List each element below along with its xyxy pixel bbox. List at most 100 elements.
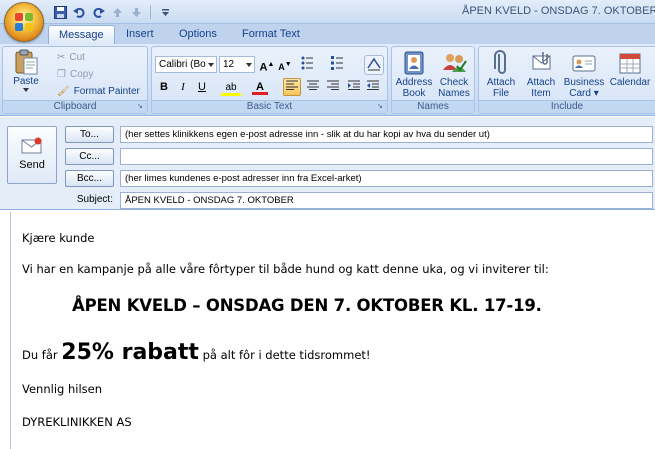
bullets-icon <box>301 56 313 70</box>
font-color-button[interactable]: A <box>248 78 272 96</box>
tab-options[interactable]: Options <box>169 25 227 44</box>
address-book-button[interactable]: Address Book <box>395 50 433 99</box>
quick-access-toolbar <box>52 4 173 20</box>
basic-text-launcher-icon[interactable]: ↘ <box>377 103 385 111</box>
body-signature: DYREKLINIKKEN AS <box>22 415 132 429</box>
chevron-down-icon <box>208 63 214 67</box>
highlight-button[interactable]: ab <box>218 78 244 96</box>
discount-suffix: på alt fôr i dette tidsrommet! <box>198 348 371 362</box>
format-painter-icon: 🖌 <box>57 86 70 97</box>
tab-format-text[interactable]: Format Text <box>232 25 310 44</box>
body-headline: ÅPEN KVELD – ONSDAG DEN 7. OKTOBER KL. 1… <box>72 296 542 315</box>
calendar-button[interactable]: Calendar <box>607 50 653 88</box>
include-group: Attach File Attach Item Business Card ▾ … <box>478 46 655 114</box>
arrow-down-icon[interactable] <box>128 4 144 20</box>
underline-button[interactable]: U <box>193 78 211 96</box>
align-center-icon <box>307 80 319 90</box>
body-discount-line: Du får 25% rabatt på alt fôr i dette tid… <box>22 340 371 365</box>
check-names-label-1: Check <box>439 77 469 88</box>
paperclip-icon <box>487 50 515 76</box>
copy-button[interactable]: ❐ Copy <box>57 69 93 80</box>
attach-item-label-1: Attach <box>526 77 556 88</box>
business-card-label-2: Card ▾ <box>569 88 599 99</box>
names-group: Address Book Check Names Names <box>391 46 475 114</box>
font-size-select[interactable]: 12 <box>219 56 255 73</box>
font-color-icon: A <box>256 81 264 93</box>
align-center-button[interactable] <box>304 78 322 96</box>
styles-icon <box>367 57 381 71</box>
business-card-button[interactable]: Business Card ▾ <box>561 50 607 99</box>
cut-button[interactable]: ✂ Cut <box>57 52 85 63</box>
message-body[interactable] <box>10 212 655 449</box>
attach-item-icon <box>527 50 555 76</box>
copy-label: Copy <box>69 69 94 80</box>
include-group-label: Include <box>479 100 655 113</box>
redo-icon[interactable] <box>90 4 106 20</box>
bullets-button[interactable] <box>300 56 318 74</box>
qat-separator <box>150 5 151 19</box>
customize-qat-icon[interactable] <box>157 4 173 20</box>
scissors-icon: ✂ <box>57 52 66 63</box>
numbering-button[interactable] <box>330 56 348 74</box>
outdent-icon <box>367 80 379 90</box>
ribbon: Paste ✂ Cut ❐ Copy 🖌 Format Painter Clip… <box>0 44 655 116</box>
indent-icon <box>348 80 360 90</box>
paste-icon <box>12 49 40 75</box>
send-button[interactable]: Send <box>7 126 57 184</box>
grow-font-button[interactable]: A▲ <box>258 56 276 74</box>
paste-label: Paste <box>13 76 39 87</box>
format-painter-button[interactable]: 🖌 Format Painter <box>57 86 140 97</box>
body-greeting: Kjære kunde <box>22 231 95 245</box>
title-bar: ÅPEN KVELD - ONSDAG 7. OKTOBER <box>0 0 655 24</box>
indent-button[interactable] <box>345 78 363 96</box>
paste-dropdown-icon <box>23 88 29 92</box>
font-name-value: Calibri (Bo <box>159 59 206 70</box>
attach-item-label-2: Item <box>531 88 551 99</box>
chevron-down-icon <box>246 63 252 67</box>
attach-file-button[interactable]: Attach File <box>481 50 521 99</box>
outdent-button[interactable] <box>364 78 382 96</box>
discount-prefix: Du får <box>22 348 62 362</box>
window-title: ÅPEN KVELD - ONSDAG 7. OKTOBER <box>462 5 655 17</box>
arrow-up-icon[interactable] <box>109 4 125 20</box>
discount-highlight: 25% rabatt <box>61 340 199 365</box>
bcc-field[interactable]: (her limes kundenes e-post adresser inn … <box>120 170 653 187</box>
tab-insert[interactable]: Insert <box>116 25 164 44</box>
shrink-font-button[interactable]: A▼ <box>276 56 294 74</box>
cut-label: Cut <box>69 52 85 63</box>
bold-button[interactable]: B <box>155 78 173 96</box>
check-names-button[interactable]: Check Names <box>435 50 473 99</box>
paste-button[interactable]: Paste <box>9 49 43 92</box>
check-names-label-2: Names <box>438 88 470 99</box>
italic-button[interactable]: I <box>174 78 192 96</box>
body-closing: Vennlig hilsen <box>22 382 103 396</box>
align-left-button[interactable] <box>283 78 301 96</box>
subject-field[interactable]: ÅPEN KVELD - ONSDAG 7. OKTOBER <box>120 192 653 209</box>
styles-button[interactable] <box>364 55 384 75</box>
align-left-icon <box>286 80 298 90</box>
undo-icon[interactable] <box>71 4 87 20</box>
bcc-button[interactable]: Bcc... <box>65 170 114 187</box>
office-button[interactable] <box>4 2 44 42</box>
font-size-value: 12 <box>223 59 235 70</box>
to-field[interactable]: (her settes klinikkens egen e-post adres… <box>120 126 653 143</box>
attach-file-label-1: Attach <box>486 77 516 88</box>
business-card-label-1: Business <box>563 77 605 88</box>
cc-field[interactable] <box>120 148 653 165</box>
numbering-icon <box>331 56 343 70</box>
tab-message[interactable]: Message <box>48 25 115 44</box>
to-button[interactable]: To... <box>65 126 114 143</box>
body-intro: Vi har en kampanje på alle våre fôrtyper… <box>22 262 549 276</box>
clipboard-group: Paste ✂ Cut ❐ Copy 🖌 Format Painter Clip… <box>2 46 148 114</box>
names-group-label: Names <box>392 100 474 113</box>
format-painter-label: Format Painter <box>73 86 140 97</box>
attach-item-button[interactable]: Attach Item <box>521 50 561 99</box>
cc-button[interactable]: Cc... <box>65 148 114 165</box>
send-envelope-icon <box>21 137 43 155</box>
message-header: Send To... (her settes klinikkens egen e… <box>0 117 655 210</box>
save-icon[interactable] <box>52 4 68 20</box>
check-names-icon <box>440 50 468 76</box>
clipboard-launcher-icon[interactable]: ↘ <box>137 103 145 111</box>
align-right-button[interactable] <box>324 78 342 96</box>
font-name-select[interactable]: Calibri (Bo <box>155 56 217 73</box>
